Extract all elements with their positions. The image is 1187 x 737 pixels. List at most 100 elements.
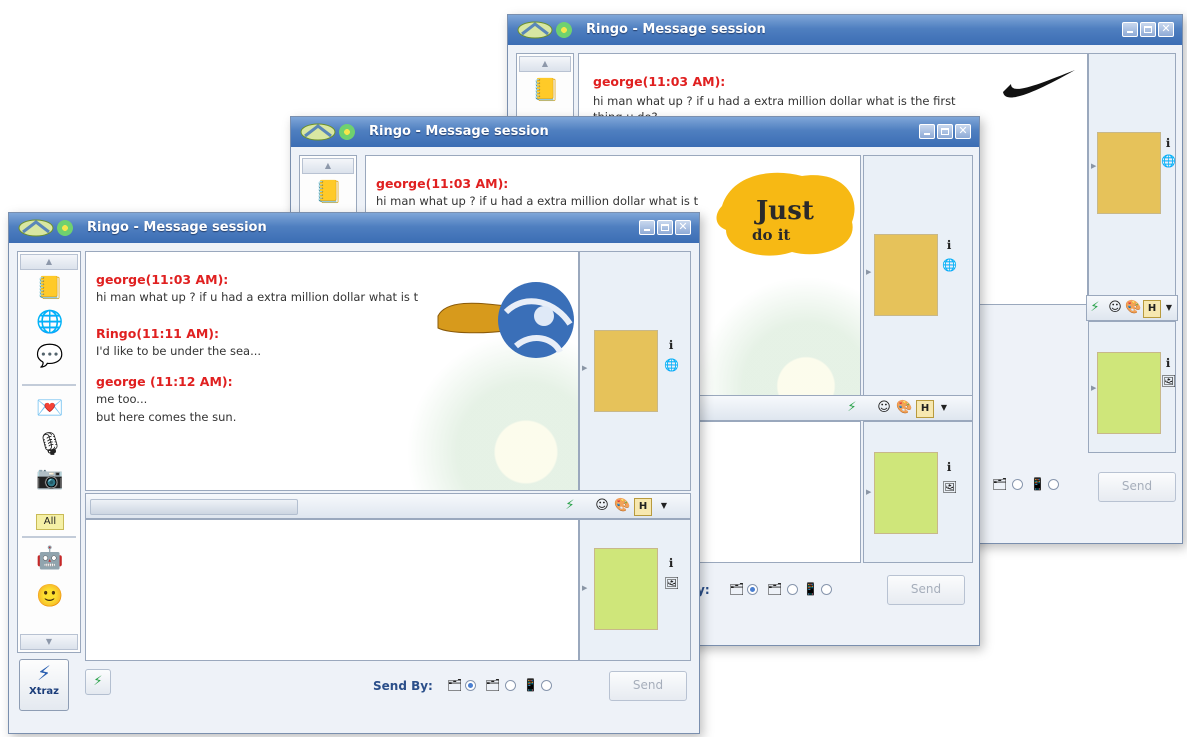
color-icon[interactable]: 🎨 [1125, 300, 1141, 316]
info-icon[interactable]: ℹ [664, 556, 678, 570]
flower-icon [57, 220, 73, 236]
send-by-auto-icon: 🗂 [447, 678, 463, 692]
close-button[interactable] [955, 124, 971, 139]
web-icon[interactable]: 🌐 [36, 310, 63, 336]
message-text: hi man what up ? if u had a extra millio… [96, 290, 419, 304]
close-button[interactable] [1158, 22, 1174, 37]
own-avatar[interactable] [594, 548, 658, 630]
info-icon[interactable]: ℹ [664, 338, 678, 352]
xtraz-small-button[interactable]: ⚡ [85, 669, 111, 695]
own-avatar[interactable] [874, 452, 938, 534]
send-button[interactable]: Send [1098, 472, 1176, 502]
collapse-arrow-icon[interactable]: ▶ [582, 364, 587, 372]
greeting-card-icon[interactable]: 💌 [36, 396, 63, 422]
collapse-arrow-icon[interactable]: ▶ [866, 488, 871, 496]
xtraz-mini-icon[interactable]: ⚡ [844, 400, 860, 416]
xtraz-button[interactable]: ⚡ Xtraz [19, 659, 69, 711]
contact-avatar[interactable] [594, 330, 658, 412]
maximize-button[interactable] [937, 124, 953, 139]
icq-logo-icon [516, 19, 554, 41]
collapse-arrow-icon[interactable]: ▶ [1091, 162, 1096, 170]
icq-logo-icon [17, 217, 55, 239]
xtraz-mini-icon[interactable]: ⚡ [562, 498, 578, 514]
message-text: but here comes the sun. [96, 410, 237, 424]
message-text: I'd like to be under the sea... [96, 344, 262, 358]
send-by-server-radio[interactable] [787, 584, 798, 595]
profile-icon[interactable]: 🖼 [664, 576, 679, 590]
font-icon[interactable]: H [916, 400, 934, 418]
title-bar[interactable]: Ringo - Message session [9, 213, 699, 243]
message-input[interactable] [691, 421, 861, 563]
sidebar-scroll-up-button[interactable]: ▲ [302, 158, 354, 174]
title-bar[interactable]: Ringo - Message session [508, 15, 1182, 45]
sidebar-scroll-down-button[interactable]: ▼ [20, 634, 78, 650]
color-icon[interactable]: 🎨 [614, 498, 630, 514]
horizontal-scrollbar[interactable] [90, 499, 298, 515]
info-icon[interactable]: ℹ [1161, 356, 1175, 370]
status-icon[interactable]: 🌐 [1161, 154, 1176, 168]
status-icon[interactable]: 🌐 [942, 258, 957, 272]
send-button[interactable]: Send [609, 671, 687, 701]
chevron-down-icon[interactable]: ▼ [1161, 300, 1177, 316]
status-icon[interactable]: 🌐 [664, 358, 679, 372]
font-icon[interactable]: H [1143, 300, 1161, 318]
info-icon[interactable]: ℹ [942, 460, 956, 474]
flower-watermark [696, 276, 860, 396]
robot-icon[interactable]: 🤖 [36, 546, 63, 572]
smiley-icon[interactable]: ☺ [1107, 300, 1123, 316]
contact-avatar-panel: ▶ ℹ 🌐 [579, 251, 691, 491]
profile-icon[interactable]: 🖼 [1161, 374, 1176, 388]
shoe-and-ball-image [436, 272, 576, 362]
character-icon[interactable]: 🙂 [36, 584, 63, 610]
own-avatar-panel: ▶ ℹ 🖼 [863, 421, 973, 563]
collapse-arrow-icon[interactable]: ▶ [1091, 384, 1096, 392]
message-text: hi man what up ? if u had a extra millio… [593, 94, 956, 108]
notes-icon[interactable]: 📒 [315, 180, 342, 206]
chevron-down-icon[interactable]: ▼ [656, 498, 672, 514]
send-by-server-radio[interactable] [505, 680, 516, 691]
own-avatar[interactable] [1097, 352, 1161, 434]
notes-icon[interactable]: 📒 [36, 276, 63, 302]
send-by-direct-radio[interactable] [1048, 479, 1059, 490]
minimize-button[interactable] [919, 124, 935, 139]
smiley-icon[interactable]: ☺ [876, 400, 892, 416]
sidebar-divider [22, 384, 76, 386]
sidebar-scroll-up-button[interactable]: ▲ [519, 56, 571, 72]
webcam-icon[interactable]: 📷 [36, 466, 63, 492]
send-by-auto-radio[interactable] [465, 680, 476, 691]
collapse-arrow-icon[interactable]: ▶ [582, 584, 587, 592]
send-by-direct-icon: 📱 [523, 678, 538, 692]
message-input[interactable] [85, 519, 579, 661]
chat-bubbles-icon[interactable]: 💬 [36, 344, 63, 370]
send-by-direct-radio[interactable] [821, 584, 832, 595]
close-button[interactable] [675, 220, 691, 235]
contact-avatar[interactable] [874, 234, 938, 316]
color-icon[interactable]: 🎨 [896, 400, 912, 416]
microphone-icon[interactable]: 🎙 [36, 432, 64, 458]
xtraz-mini-icon[interactable]: ⚡ [1087, 300, 1103, 316]
info-icon[interactable]: ℹ [1161, 136, 1175, 150]
chevron-down-icon[interactable]: ▼ [936, 400, 952, 416]
minimize-button[interactable] [1122, 22, 1138, 37]
message-text: hi man what up ? if u had a extra millio… [376, 194, 699, 208]
send-by-server-radio[interactable] [1012, 479, 1023, 490]
contact-avatar[interactable] [1097, 132, 1161, 214]
sidebar-scroll-up-button[interactable]: ▲ [20, 254, 78, 270]
collapse-arrow-icon[interactable]: ▶ [866, 268, 871, 276]
send-options-bar: Send By: 🗂 🗂 📱 [369, 671, 599, 703]
all-button[interactable]: All [36, 514, 64, 530]
info-icon[interactable]: ℹ [942, 238, 956, 252]
maximize-button[interactable] [1140, 22, 1156, 37]
send-by-server-icon: 🗂 [485, 678, 501, 692]
smiley-icon[interactable]: ☺ [594, 498, 610, 514]
send-button[interactable]: Send [887, 575, 965, 605]
profile-icon[interactable]: 🖼 [942, 480, 957, 494]
maximize-button[interactable] [657, 220, 673, 235]
send-by-auto-radio[interactable] [747, 584, 758, 595]
notes-icon[interactable]: 📒 [532, 78, 559, 104]
message-sender: Ringo(11:11 AM): [96, 326, 220, 341]
send-by-direct-radio[interactable] [541, 680, 552, 691]
font-icon[interactable]: H [634, 498, 652, 516]
title-bar[interactable]: Ringo - Message session [291, 117, 979, 147]
minimize-button[interactable] [639, 220, 655, 235]
